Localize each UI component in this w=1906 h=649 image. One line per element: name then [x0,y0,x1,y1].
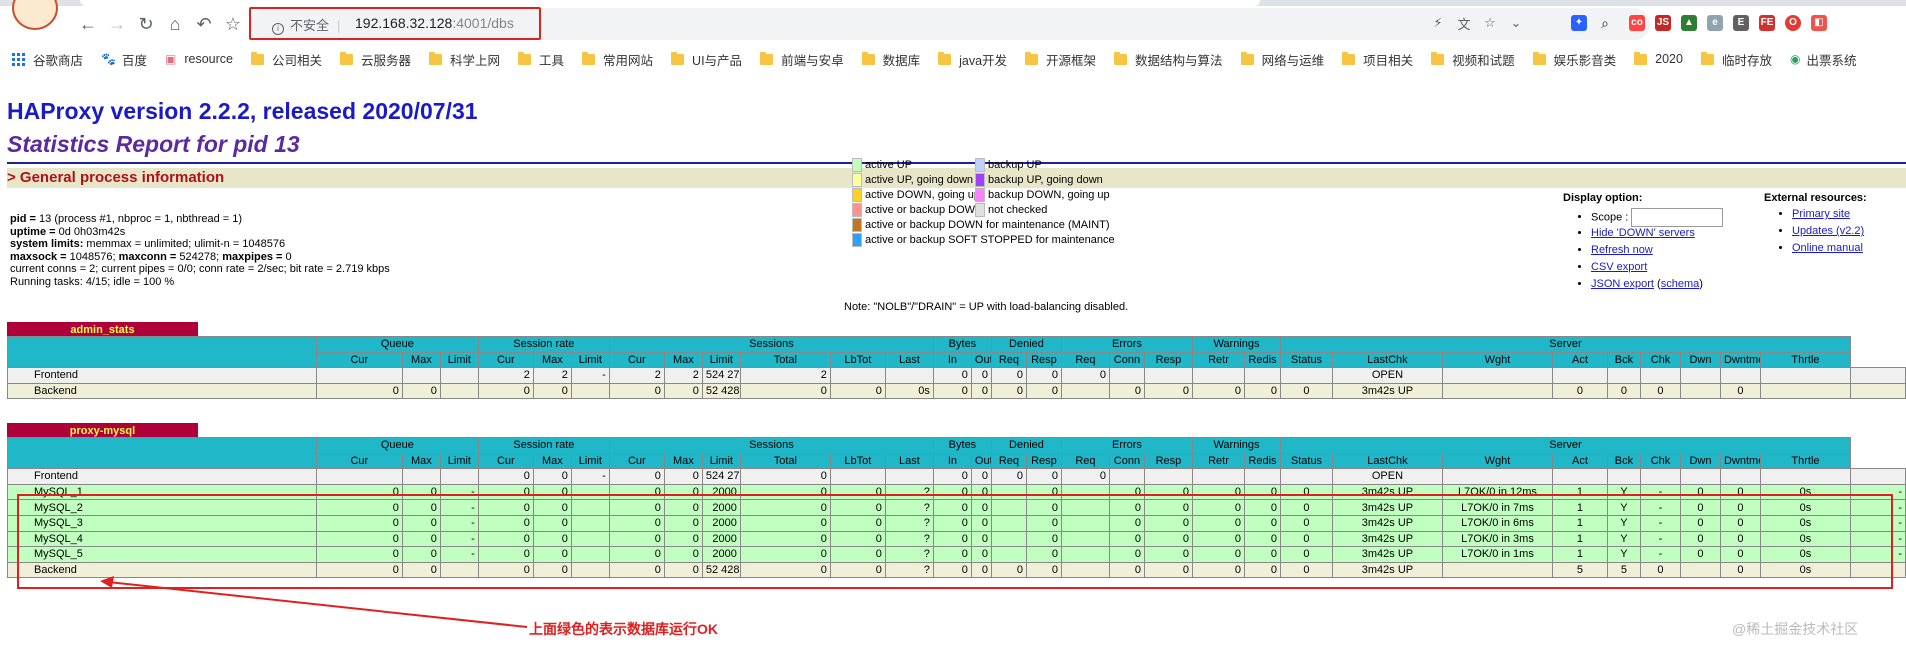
annotation-arrow [100,576,528,628]
watermark: @稀土掘金技术社区 [1732,621,1859,637]
annotation-text: 上面绿色的表示数据库运行OK [529,621,718,637]
